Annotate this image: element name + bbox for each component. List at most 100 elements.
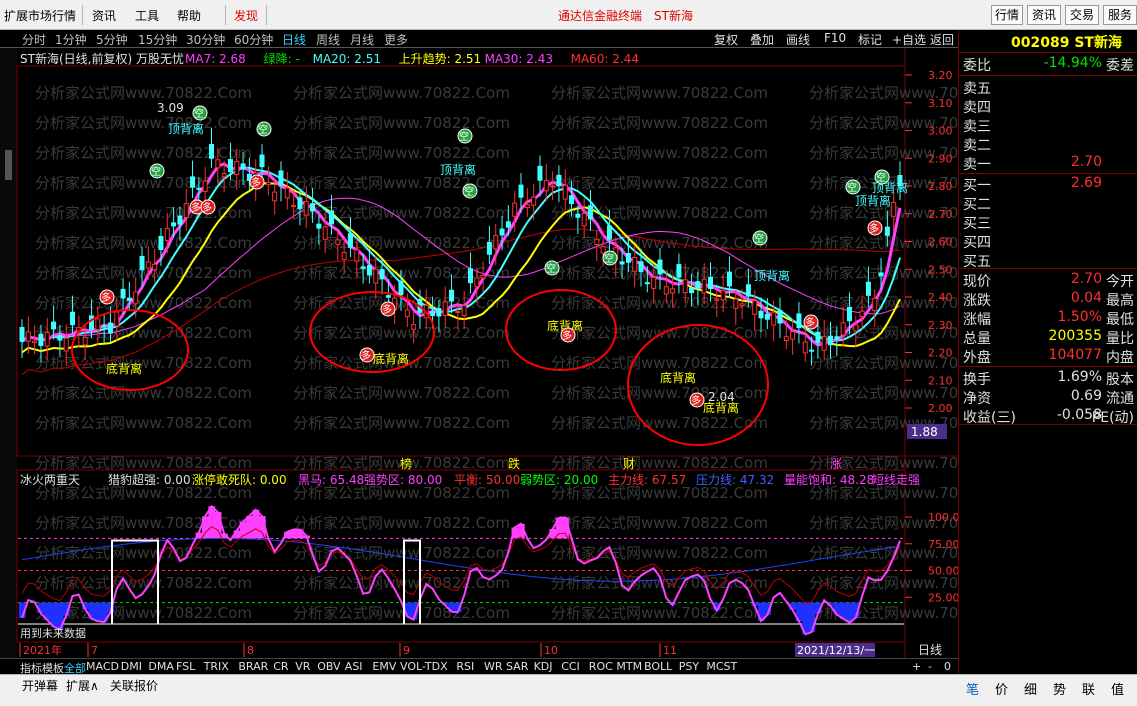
candle-body xyxy=(467,268,473,284)
candle-body xyxy=(152,263,158,271)
indicator-zoom-plus-button[interactable]: + xyxy=(912,660,921,673)
kong-signal-text: 空 xyxy=(151,165,161,178)
indicator-tab-emv[interactable]: EMV xyxy=(372,660,396,673)
indicator-tab-dma[interactable]: DMA xyxy=(148,660,174,673)
indicator-tab-cr[interactable]: CR xyxy=(273,660,288,673)
candle-body xyxy=(385,295,391,298)
indicator-tab-psy[interactable]: PSY xyxy=(679,660,699,673)
indicator-tab-boll[interactable]: BOLL xyxy=(644,660,672,673)
candle-body xyxy=(63,337,69,352)
indicator-badge: 跌 xyxy=(508,456,520,471)
indicator-tab-brar[interactable]: BRAR xyxy=(238,660,268,673)
indicator-badge: 榜 xyxy=(400,456,412,471)
indicator-tab-mcst[interactable]: MCST xyxy=(706,660,737,673)
bottom-divergence-label: 底背离 xyxy=(106,361,142,376)
quote-tab-0[interactable]: 笔 xyxy=(966,679,979,698)
candle-body xyxy=(771,311,777,326)
left-scroll-thumb[interactable] xyxy=(5,150,12,180)
indicator-tab-dmi[interactable]: DMI xyxy=(121,660,142,673)
stat2-row: 收益(三) -0.058 PE(动) xyxy=(959,407,1137,426)
price-tick-label: 2.60 xyxy=(928,236,953,249)
status-related-quotes[interactable]: 关联报价 xyxy=(110,677,158,694)
future-data-note: 用到未来数据 xyxy=(20,626,86,640)
stat-row-label: 总量 xyxy=(963,331,991,347)
quote-row-weibi: 委比 -14.94% 委差 xyxy=(959,55,1137,74)
top-button-news[interactable]: 资讯 xyxy=(1027,5,1061,25)
top-divergence-label: 顶背离 xyxy=(754,268,790,283)
indicator-tab-trix[interactable]: TRIX xyxy=(204,660,229,673)
indicator-tab-cci[interactable]: CCI xyxy=(561,660,580,673)
stat-row-label: 现价 xyxy=(963,274,991,290)
indicator-tab-asi[interactable]: ASI xyxy=(345,660,363,673)
candle-body xyxy=(297,197,303,210)
stat-row: 外盘 104077 内盘 xyxy=(959,347,1137,366)
indicator-tab-wr[interactable]: WR xyxy=(484,660,503,673)
indicator-tab-obv[interactable]: OBV xyxy=(317,660,340,673)
candle-body xyxy=(581,213,587,227)
watermark-text: 分析家公式网www.70822.Com xyxy=(35,354,252,372)
indicator-tick-label: 25.00 xyxy=(928,591,958,604)
indicator-weak-fill xyxy=(808,602,816,633)
sell-row: 卖一 2.70 xyxy=(959,154,1137,173)
indicator-zoom-zero-button[interactable]: 0 xyxy=(944,660,951,673)
candle-body xyxy=(259,154,265,168)
candle-body xyxy=(347,233,353,248)
stat2-row-label-2: 股本 xyxy=(1106,372,1134,388)
indicator-legend-item: 短线走强 xyxy=(872,473,920,487)
indicator-tick-label: 75.00 xyxy=(928,538,958,551)
indicator-strong-fill xyxy=(246,515,254,539)
indicator-tab-vr[interactable]: VR xyxy=(295,660,310,673)
top-button-trade[interactable]: 交易 xyxy=(1065,5,1099,25)
candle-body xyxy=(682,279,688,294)
candle-body xyxy=(449,289,455,302)
quote-tab-1[interactable]: 价 xyxy=(995,679,1008,698)
kline-chart[interactable]: 分析家公式网www.70822.Com 分析家公式网www.70822.Com 分析… xyxy=(0,0,958,658)
candle-body xyxy=(430,311,436,317)
candle-body xyxy=(663,286,669,295)
indicator-tab-vol-tdx[interactable]: VOL-TDX xyxy=(400,660,448,673)
candle-body xyxy=(726,271,732,287)
stat-row-value: 1.50% xyxy=(1057,309,1102,325)
quote-tab-3[interactable]: 势 xyxy=(1053,679,1066,698)
left-scroll-strip[interactable] xyxy=(0,48,17,658)
quote-divider xyxy=(959,75,1137,76)
stat2-row: 净资 0.69 流通 xyxy=(959,388,1137,407)
top-button-quotes[interactable]: 行情 xyxy=(991,5,1023,25)
candle-body xyxy=(101,325,107,328)
watermark-text: 分析家公式网www.70822.Com xyxy=(551,384,768,402)
candle-body xyxy=(821,335,827,351)
candle-body xyxy=(133,291,139,305)
quote-tab-5[interactable]: 值 xyxy=(1111,679,1124,698)
watermark-text: 分析家公式网www.70822.Com xyxy=(293,174,510,192)
indicator-tab-macd[interactable]: MACD xyxy=(86,660,119,673)
indicator-tab-sar[interactable]: SAR xyxy=(506,660,528,673)
duo-signal-text: 多 xyxy=(361,349,371,362)
indicator-tab-fsl[interactable]: FSL xyxy=(176,660,195,673)
candle-body xyxy=(853,324,859,332)
quote-tab-2[interactable]: 细 xyxy=(1024,679,1037,698)
candle-body xyxy=(208,143,214,159)
indicator-tab-roc[interactable]: ROC xyxy=(589,660,613,673)
stat-row-label-2: 今开 xyxy=(1106,274,1134,290)
indicator-tab-mtm[interactable]: MTM xyxy=(616,660,642,673)
buy-row-label: 买二 xyxy=(963,197,991,213)
candle-body xyxy=(752,300,758,315)
candle-body xyxy=(19,327,25,342)
top-divergence-label: 顶背离 xyxy=(440,162,476,177)
price-tick-label: 2.80 xyxy=(928,180,953,193)
indicator-badge: 财 xyxy=(623,457,635,471)
quote-tab-4[interactable]: 联 xyxy=(1082,679,1095,698)
stat2-row-label: 换手 xyxy=(963,372,991,388)
stat2-row: 换手 1.69% 股本 xyxy=(959,369,1137,388)
status-danmaku[interactable]: 开弹幕 xyxy=(22,677,58,694)
indicator-tab-rsi[interactable]: RSI xyxy=(456,660,474,673)
price-tick-label: 2.50 xyxy=(928,263,953,276)
status-extend[interactable]: 扩展∧ xyxy=(66,677,99,694)
sell-row: 卖三 xyxy=(959,116,1137,135)
indicator-zoom-minus-button[interactable]: - xyxy=(928,660,932,673)
indicator-legend: 冰火两重天 猎豹超强: 0.00 涨停敢死队: 0.00 黑马: 65.48 强势区: … xyxy=(20,472,920,487)
candle-body xyxy=(272,191,278,202)
indicator-tab-kdj[interactable]: KDJ xyxy=(534,660,553,673)
top-button-service[interactable]: 服务 xyxy=(1103,5,1137,25)
watermark-text: 分析家公式网www.70822.Com xyxy=(551,544,768,562)
